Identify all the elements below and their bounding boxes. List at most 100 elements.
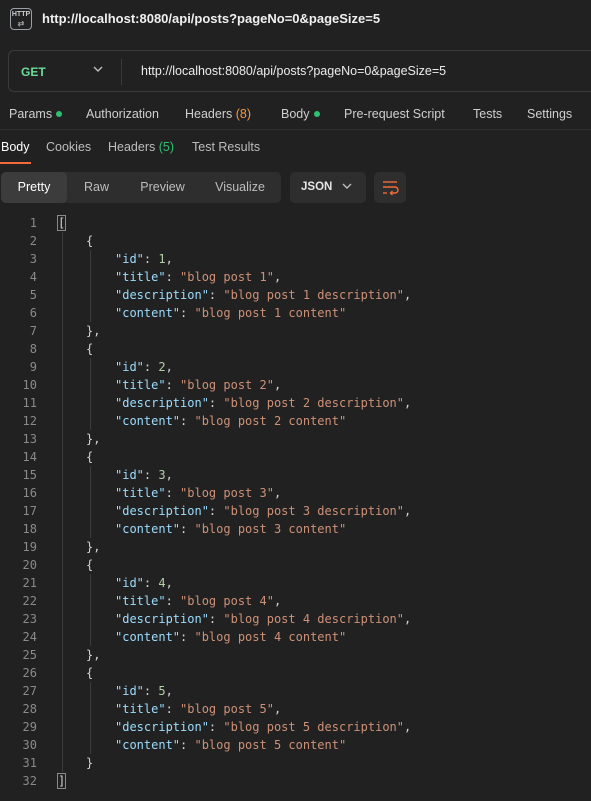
tab-response-body[interactable]: Body [1,140,30,154]
json-key: "title" [115,486,166,500]
tab-test-results[interactable]: Test Results [192,140,260,154]
line-number: 13 [22,432,37,446]
view-raw-button[interactable]: Raw [67,172,126,203]
code-text: "title": "blog post 1", [115,268,281,286]
code-text: } [86,754,93,772]
json-punctuation: ] [56,773,67,789]
line-number: 19 [22,540,37,554]
line-number: 17 [22,504,37,518]
code-text: }, [86,538,100,556]
json-string: "blog post 2 description" [223,396,404,410]
json-punctuation: }, [86,540,101,554]
code-text: "id": 4, [115,574,173,592]
tab-settings[interactable]: Settings [527,107,572,121]
line-number: 14 [22,450,37,464]
tab-headers[interactable]: Headers (8) [185,107,251,121]
json-key: "description" [115,720,209,734]
code-text: "description": "blog post 3 description"… [115,502,411,520]
json-punctuation: : [180,306,195,320]
response-headers-count: (5) [158,140,175,154]
json-string: "blog post 4 content" [194,630,347,644]
json-string: "blog post 2" [180,378,274,392]
tab-prerequest-script[interactable]: Pre-request Script [344,107,445,121]
json-punctuation: , [404,288,412,302]
line-number: 20 [22,558,37,572]
code-line: 28 "title": "blog post 5", [0,700,591,718]
line-number: 32 [22,774,37,788]
tab-body[interactable]: Body [281,107,320,121]
line-number: 9 [29,360,37,374]
active-dot-icon [313,110,320,117]
indent-guide [90,250,91,322]
format-select[interactable]: JSON [290,172,366,203]
json-punctuation: : [208,612,224,626]
json-punctuation: : [165,486,181,500]
tab-tests[interactable]: Tests [473,107,502,121]
json-key: "id" [115,360,144,374]
json-punctuation: }, [86,432,101,446]
code-line: 26 { [0,664,591,682]
json-number: 3 [158,468,166,482]
code-text: "content": "blog post 1 content" [115,304,346,322]
code-text: }, [86,430,100,448]
json-punctuation: , [273,270,282,284]
json-punctuation: , [404,720,412,734]
view-preview-button[interactable]: Preview [126,172,199,203]
indent-guide [90,574,91,646]
json-punctuation: : [165,702,181,716]
json-punctuation: } [86,756,94,770]
code-text: { [86,232,93,250]
line-number: 27 [22,684,37,698]
http-request-icon: HTTP ⇄ [10,8,32,30]
request-title[interactable]: http://localhost:8080/api/posts?pageNo=0… [42,11,380,26]
line-number: 4 [29,270,37,284]
json-string: "blog post 1 content" [194,306,347,320]
code-line: 2{ [0,232,591,250]
code-line: 13}, [0,430,591,448]
line-number: 6 [29,306,37,320]
code-text: "id": 1, [115,250,173,268]
json-string: "blog post 5" [180,702,274,716]
request-tabs: Params Authorization Headers (8) Body Pr… [0,104,591,128]
code-text: }, [86,646,100,664]
active-tab-underline [0,162,31,164]
code-text: "description": "blog post 5 description"… [115,718,411,736]
method-select[interactable]: GET [21,65,46,79]
json-punctuation: : [143,576,159,590]
url-input[interactable]: http://localhost:8080/api/posts?pageNo=0… [141,64,446,78]
json-punctuation: : [165,378,181,392]
line-number: 7 [29,324,37,338]
response-body-viewer[interactable]: 1[2{3 "id": 1, 4 "title": "blog post 1", 5 "d… [0,213,591,801]
line-number: 24 [22,630,37,644]
code-line: 29 "description": "blog post 5 descriptio… [0,718,591,736]
json-string: "blog post 1" [180,270,274,284]
chevron-down-icon[interactable] [93,64,103,76]
line-number: 8 [29,342,37,356]
code-text: }, [86,322,100,340]
line-number: 2 [29,234,37,248]
json-string: "blog post 5 content" [194,738,347,752]
code-line: 23 "description": "blog post 4 descriptio… [0,610,591,628]
json-punctuation: , [165,360,173,374]
code-line: 20 { [0,556,591,574]
headers-count: (8) [235,107,252,121]
tab-params[interactable]: Params [9,107,63,121]
json-key: "content" [115,522,181,536]
code-text: "title": "blog post 3", [115,484,281,502]
view-visualize-button[interactable]: Visualize [199,172,281,203]
line-number: 28 [22,702,37,716]
tab-response-headers[interactable]: Headers (5) [108,140,174,154]
json-punctuation: : [208,288,224,302]
json-punctuation: }, [86,648,101,662]
json-string: "blog post 5 description" [223,720,404,734]
code-line: 17 "description": "blog post 3 descriptio… [0,502,591,520]
wrap-lines-button[interactable] [374,172,406,203]
json-key: "title" [115,270,166,284]
view-pretty-button[interactable]: Pretty [1,172,67,203]
json-key: "description" [115,396,209,410]
line-number: 3 [29,252,37,266]
code-text: ] [56,772,67,790]
tab-authorization[interactable]: Authorization [86,107,159,121]
tab-cookies[interactable]: Cookies [46,140,91,154]
json-punctuation: : [208,504,224,518]
